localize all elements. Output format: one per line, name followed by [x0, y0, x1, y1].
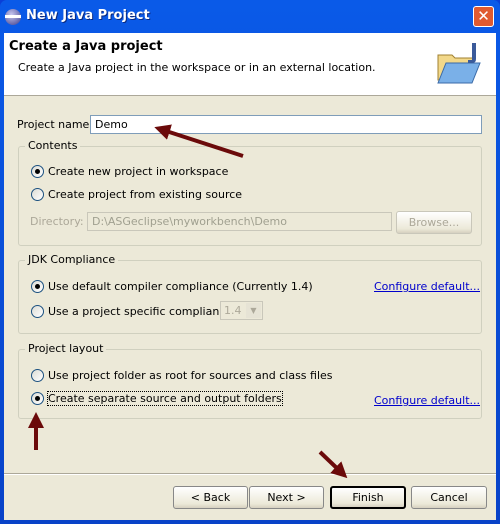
annotation-arrow-project-name — [154, 124, 244, 158]
annotation-arrows — [28, 124, 348, 479]
annotation-arrow-finish — [318, 450, 348, 479]
